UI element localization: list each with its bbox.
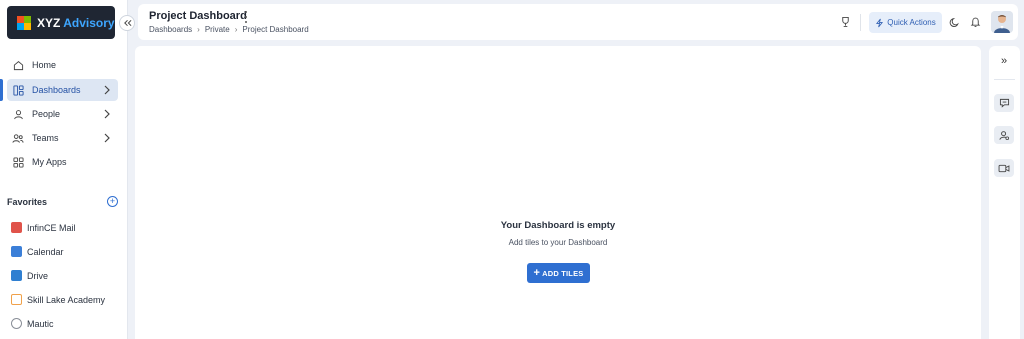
- favorite-item-label: Mautic: [27, 318, 54, 329]
- breadcrumb-separator-icon: ›: [197, 25, 200, 34]
- trophy-icon[interactable]: [838, 15, 852, 29]
- add-tiles-button[interactable]: + ADD TILES: [527, 263, 590, 283]
- sidebar-item-dashboards[interactable]: Dashboards: [7, 79, 118, 101]
- apps-grid-icon: [11, 155, 25, 169]
- sidebar-item-label: Dashboards: [32, 85, 81, 95]
- favorite-item-mail[interactable]: InfinCE Mail: [11, 222, 76, 233]
- sidebar-collapse-button[interactable]: [119, 15, 135, 31]
- chat-button[interactable]: [994, 94, 1014, 112]
- add-favorite-button[interactable]: +: [107, 196, 118, 207]
- brand-logo[interactable]: XYZ Advisory: [7, 6, 115, 39]
- empty-state-title: Your Dashboard is empty: [500, 220, 616, 231]
- plus-icon: +: [533, 266, 541, 279]
- sidebar-item-label: Teams: [32, 133, 59, 143]
- mail-app-icon: [11, 222, 22, 233]
- breadcrumb: Dashboards › Private › Project Dashboard: [149, 25, 309, 34]
- sidebar-item-label: My Apps: [32, 157, 67, 167]
- favorite-item-label: Drive: [27, 270, 49, 281]
- favorite-item-calendar[interactable]: Calendar: [11, 246, 64, 257]
- breadcrumb-item: Project Dashboard: [242, 25, 309, 34]
- breadcrumb-item[interactable]: Dashboards: [149, 25, 192, 34]
- user-avatar-image: [991, 11, 1013, 33]
- home-icon: [11, 58, 25, 72]
- logo-mark-icon: [17, 15, 31, 30]
- favorite-item-drive[interactable]: Drive: [11, 270, 48, 281]
- sidebar-item-people[interactable]: People: [7, 103, 118, 125]
- quick-actions-label: Quick Actions: [887, 18, 936, 27]
- sidebar-item-teams[interactable]: Teams: [7, 127, 118, 149]
- expand-rail-icon[interactable]: »: [996, 54, 1012, 68]
- chevron-right-icon: [104, 109, 110, 119]
- favorite-item-label: Skill Lake Academy: [27, 294, 106, 305]
- sidebar-item-my-apps[interactable]: My Apps: [7, 151, 118, 173]
- sidebar-item-home[interactable]: Home: [7, 54, 118, 76]
- mautic-app-icon: [11, 318, 22, 329]
- notification-bell-icon[interactable]: [968, 15, 982, 29]
- more-options-icon[interactable]: [243, 11, 249, 23]
- video-call-button[interactable]: [994, 159, 1014, 177]
- user-avatar[interactable]: [991, 11, 1013, 33]
- dark-mode-moon-icon[interactable]: [947, 15, 961, 29]
- dashboard-icon: [11, 83, 25, 97]
- top-header: Project Dashboard Dashboards › Private ›…: [138, 4, 1018, 40]
- favorite-item-skill-lake-academy[interactable]: Skill Lake Academy: [11, 294, 105, 305]
- sidebar-item-label: Home: [32, 60, 57, 70]
- academy-app-icon: [11, 294, 22, 305]
- dashboard-canvas: Your Dashboard is empty Add tiles to you…: [135, 46, 981, 339]
- right-rail: »: [989, 46, 1020, 339]
- video-camera-icon: [998, 164, 1010, 172]
- favorite-item-mautic[interactable]: Mautic: [11, 318, 54, 329]
- chat-icon: [999, 98, 1009, 108]
- page-title: Project Dashboard: [149, 10, 247, 22]
- rail-divider: [994, 79, 1015, 80]
- double-chevron-left-icon: [123, 19, 131, 27]
- chevron-right-icon: [104, 133, 110, 143]
- lightning-icon: [876, 18, 884, 27]
- chevron-right-icon: [104, 85, 110, 95]
- drive-app-icon: [11, 270, 22, 281]
- favorites-heading: Favorites: [7, 197, 48, 207]
- calendar-app-icon: [11, 246, 22, 257]
- header-divider: [860, 14, 861, 31]
- brand-name: XYZ Advisory: [37, 15, 115, 30]
- team-icon: [11, 131, 25, 145]
- contacts-button[interactable]: [994, 126, 1014, 144]
- breadcrumb-separator-icon: ›: [234, 25, 238, 34]
- breadcrumb-item[interactable]: Private: [205, 25, 230, 34]
- person-icon: [11, 107, 25, 121]
- favorite-item-label: InfinCE Mail: [27, 222, 76, 233]
- favorite-item-label: Calendar: [27, 246, 64, 257]
- active-indicator: [0, 79, 3, 101]
- quick-actions-button[interactable]: Quick Actions: [869, 12, 942, 33]
- sidebar-item-label: People: [32, 109, 61, 119]
- empty-state-subtitle: Add tiles to your Dashboard: [508, 238, 608, 247]
- add-tiles-label: ADD TILES: [542, 268, 584, 278]
- sidebar: XYZ Advisory Home Dashboards People Team…: [0, 0, 128, 339]
- user-search-icon: [998, 130, 1009, 140]
